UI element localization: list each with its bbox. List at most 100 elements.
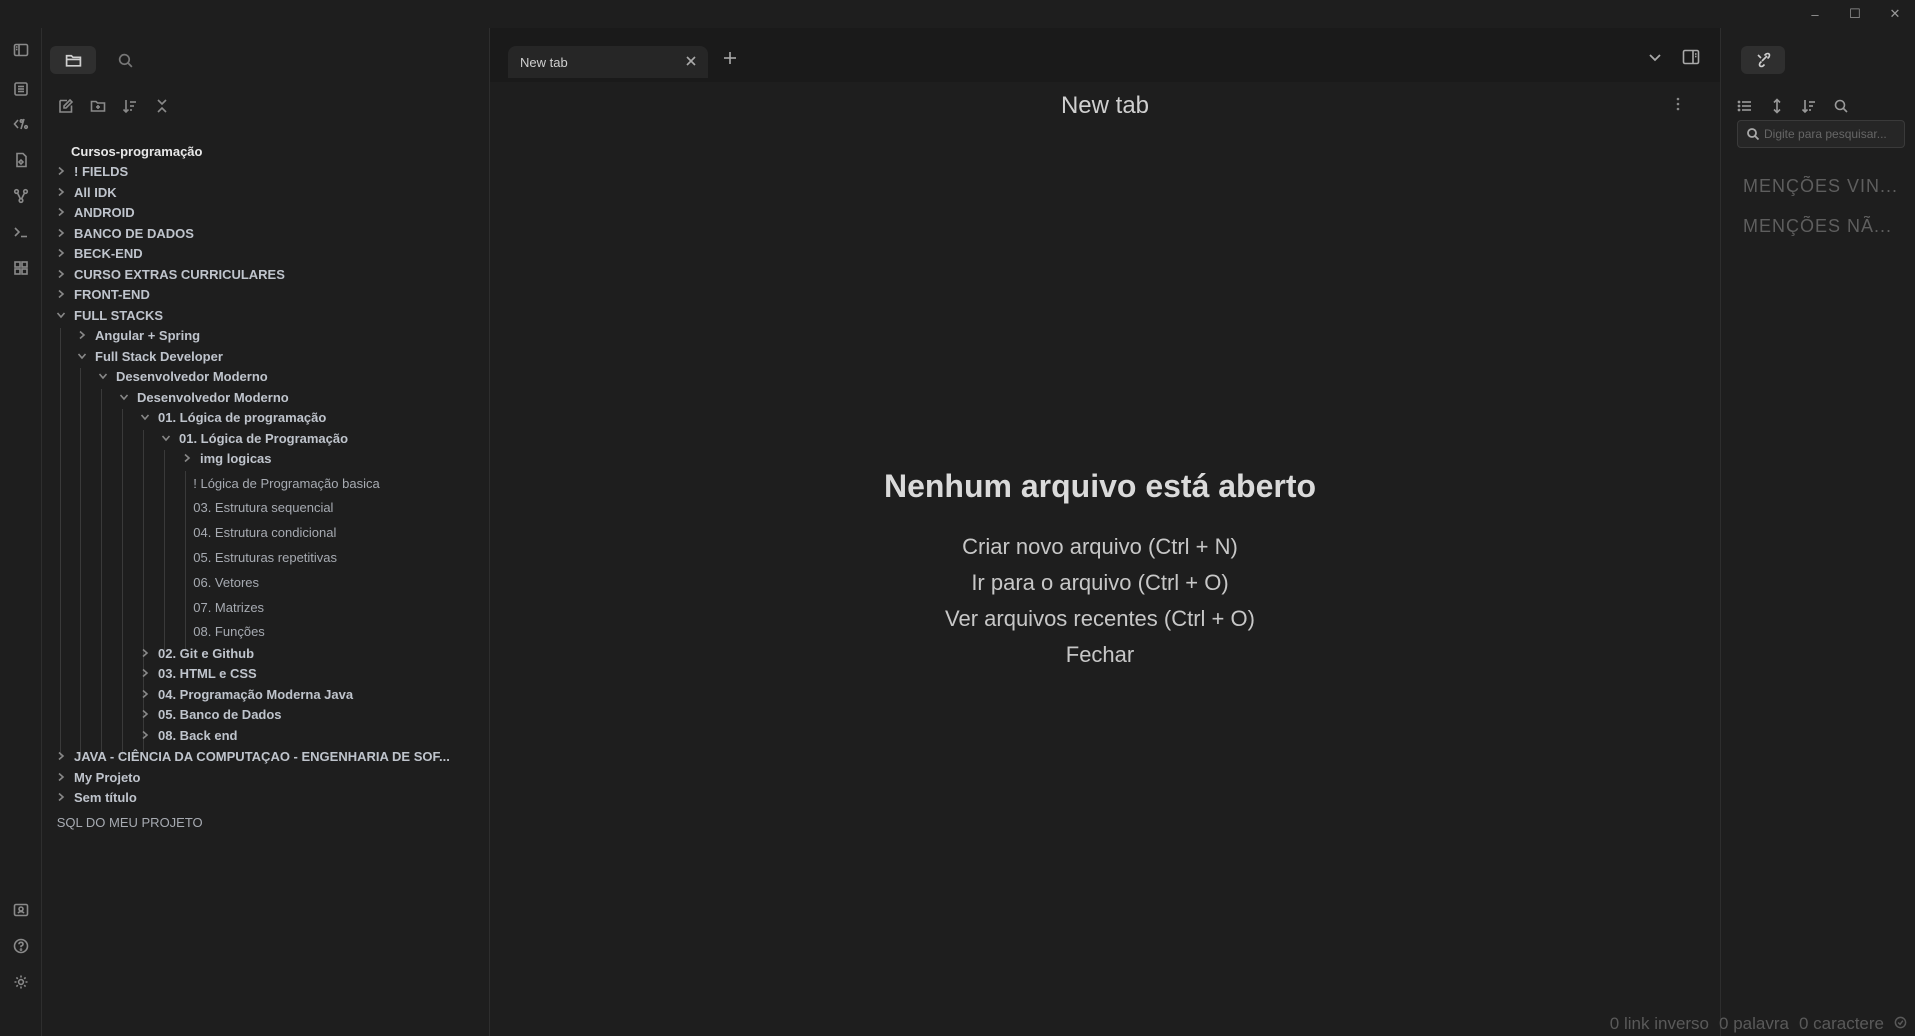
unlinked-mentions-section[interactable]: MENÇÕES NÃ... bbox=[1743, 216, 1903, 237]
open-daily-note-icon[interactable] bbox=[9, 148, 33, 172]
tree-folder[interactable]: Angular + Spring bbox=[75, 325, 200, 345]
tree-item-label: 01. Lógica de Programação bbox=[179, 430, 349, 446]
empty-state-heading: Nenhum arquivo está aberto bbox=[883, 468, 1317, 504]
backlinks-search-field[interactable] bbox=[1737, 120, 1905, 148]
tree-file[interactable]: 05. Estruturas repetitivas bbox=[193, 547, 337, 567]
toggle-sidebar-icon[interactable] bbox=[9, 38, 33, 62]
tree-folder[interactable]: 08. Back end bbox=[138, 725, 238, 745]
collapse-all-button[interactable] bbox=[152, 96, 172, 116]
new-tab-button[interactable] bbox=[722, 50, 742, 70]
tree-folder[interactable]: BECK-END bbox=[54, 243, 143, 263]
tree-item-label: SQL DO MEU PROJETO bbox=[56, 814, 203, 830]
sort-backlinks-button[interactable] bbox=[1799, 96, 1819, 116]
tree-item-label: Desenvolvedor Moderno bbox=[137, 389, 289, 405]
chevron-down-icon bbox=[54, 310, 68, 320]
tree-item-label: Angular + Spring bbox=[95, 327, 201, 343]
tree-folder[interactable]: 03. HTML e CSS bbox=[138, 663, 257, 683]
tree-file[interactable]: ! Lógica de Programação basica bbox=[193, 473, 379, 493]
tree-item-label: My Projeto bbox=[74, 769, 141, 785]
tree-file[interactable]: 06. Vetores bbox=[193, 572, 259, 592]
search-backlinks-button[interactable] bbox=[1831, 96, 1851, 116]
tree-folder[interactable]: img logicas bbox=[180, 448, 272, 468]
settings-icon[interactable] bbox=[9, 970, 33, 994]
view-title: New tab bbox=[1060, 92, 1150, 119]
tree-folder[interactable]: 04. Programação Moderna Java bbox=[138, 684, 353, 704]
create-new-file-link[interactable]: Criar novo arquivo (Ctrl + N) bbox=[480, 529, 1720, 565]
sidebar-right-icon bbox=[1682, 49, 1700, 65]
tree-file[interactable]: 08. Funções bbox=[193, 621, 265, 641]
tree-folder[interactable]: Desenvolvedor Moderno bbox=[96, 366, 268, 386]
tree-item-label: 08. Back end bbox=[158, 727, 238, 743]
tree-folder[interactable]: ANDROID bbox=[54, 202, 135, 222]
recent-files-link[interactable]: Ver arquivos recentes (Ctrl + O) bbox=[480, 601, 1720, 637]
ribbon bbox=[0, 28, 42, 1036]
go-to-file-link[interactable]: Ir para o arquivo (Ctrl + O) bbox=[480, 565, 1720, 601]
tab-list-dropdown[interactable] bbox=[1648, 50, 1668, 70]
close-window-button[interactable]: ✕ bbox=[1875, 0, 1915, 28]
open-quick-switcher-icon[interactable] bbox=[9, 77, 33, 101]
chevron-right-icon bbox=[138, 709, 152, 719]
chevron-right-icon bbox=[138, 668, 152, 678]
templates-icon[interactable] bbox=[9, 112, 33, 136]
word-count: 0 palavra bbox=[1719, 1014, 1789, 1033]
more-options-button[interactable] bbox=[1670, 96, 1690, 116]
new-folder-button[interactable] bbox=[88, 96, 108, 116]
tree-item-label: 04. Estrutura condicional bbox=[193, 524, 337, 540]
tree-folder[interactable]: 01. Lógica de programação bbox=[138, 407, 326, 427]
tree-folder[interactable]: FRONT-END bbox=[54, 284, 150, 304]
slides-icon[interactable] bbox=[9, 256, 33, 280]
help-icon[interactable] bbox=[9, 934, 33, 958]
toggle-right-sidebar-button[interactable] bbox=[1682, 48, 1704, 70]
tree-item-label: 06. Vetores bbox=[193, 574, 260, 590]
tree-folder[interactable]: CURSO EXTRAS CURRICULARES bbox=[54, 264, 285, 284]
command-palette-icon[interactable] bbox=[9, 220, 33, 244]
new-note-button[interactable] bbox=[56, 96, 76, 116]
tree-item-label: 04. Programação Moderna Java bbox=[158, 686, 354, 702]
tree-folder[interactable]: 01. Lógica de Programação bbox=[159, 428, 348, 448]
tree-folder[interactable]: JAVA - CIÊNCIA DA COMPUTAÇAO - ENGENHARI… bbox=[54, 746, 450, 766]
backlinks-tab[interactable] bbox=[1741, 46, 1785, 74]
tree-folder[interactable]: FULL STACKS bbox=[54, 305, 163, 325]
tree-file[interactable]: SQL DO MEU PROJETO bbox=[57, 812, 203, 832]
tree-folder[interactable]: Sem título bbox=[54, 787, 137, 807]
close-icon[interactable] bbox=[684, 54, 698, 68]
tree-folder[interactable]: Full Stack Developer bbox=[75, 346, 223, 366]
chevron-right-icon bbox=[54, 228, 68, 238]
tree-item-label: img logicas bbox=[200, 450, 272, 466]
vault-switch-icon[interactable] bbox=[9, 898, 33, 922]
tree-folder[interactable]: ! FIELDS bbox=[54, 161, 128, 181]
graph-view-icon[interactable] bbox=[9, 184, 33, 208]
chevron-down-icon bbox=[1649, 54, 1661, 62]
edit-icon bbox=[59, 98, 74, 113]
backlink-count[interactable]: 0 link inverso bbox=[1610, 1014, 1709, 1034]
backlinks-search-input[interactable] bbox=[1764, 127, 1904, 141]
tree-folder[interactable]: BANCO DE DADOS bbox=[54, 223, 194, 243]
tree-item-label: 05. Banco de Dados bbox=[158, 706, 282, 722]
files-tab[interactable] bbox=[50, 46, 96, 74]
tree-item-label: FULL STACKS bbox=[74, 307, 164, 323]
chevron-right-icon bbox=[54, 269, 68, 279]
tree-item-label: Sem título bbox=[74, 789, 137, 805]
tree-folder[interactable]: Desenvolvedor Moderno bbox=[117, 387, 289, 407]
tree-file[interactable]: 07. Matrizes bbox=[193, 597, 264, 617]
tree-folder[interactable]: My Projeto bbox=[54, 767, 140, 787]
folder-icon bbox=[65, 54, 81, 67]
toggle-list-button[interactable] bbox=[1735, 96, 1755, 116]
sort-button[interactable] bbox=[120, 96, 140, 116]
close-link[interactable]: Fechar bbox=[480, 637, 1720, 673]
tree-folder[interactable]: All IDK bbox=[54, 182, 117, 202]
minimize-button[interactable]: – bbox=[1795, 0, 1835, 28]
chevron-right-icon bbox=[54, 751, 68, 761]
tree-folder[interactable]: 05. Banco de Dados bbox=[138, 704, 282, 724]
maximize-button[interactable]: ☐ bbox=[1835, 0, 1875, 28]
tree-file[interactable]: 04. Estrutura condicional bbox=[193, 522, 336, 542]
chevron-right-icon bbox=[138, 689, 152, 699]
tree-folder[interactable]: 02. Git e Github bbox=[138, 643, 254, 663]
search-tab[interactable] bbox=[102, 46, 148, 74]
tab-new-tab[interactable]: New tab bbox=[508, 46, 708, 78]
tree-item-label: BANCO DE DADOS bbox=[74, 225, 194, 241]
linked-mentions-section[interactable]: MENÇÕES VIN... bbox=[1743, 176, 1903, 197]
sync-status-icon[interactable] bbox=[1894, 1014, 1907, 1034]
tree-file[interactable]: 03. Estrutura sequencial bbox=[193, 497, 333, 517]
expand-button[interactable] bbox=[1767, 96, 1787, 116]
